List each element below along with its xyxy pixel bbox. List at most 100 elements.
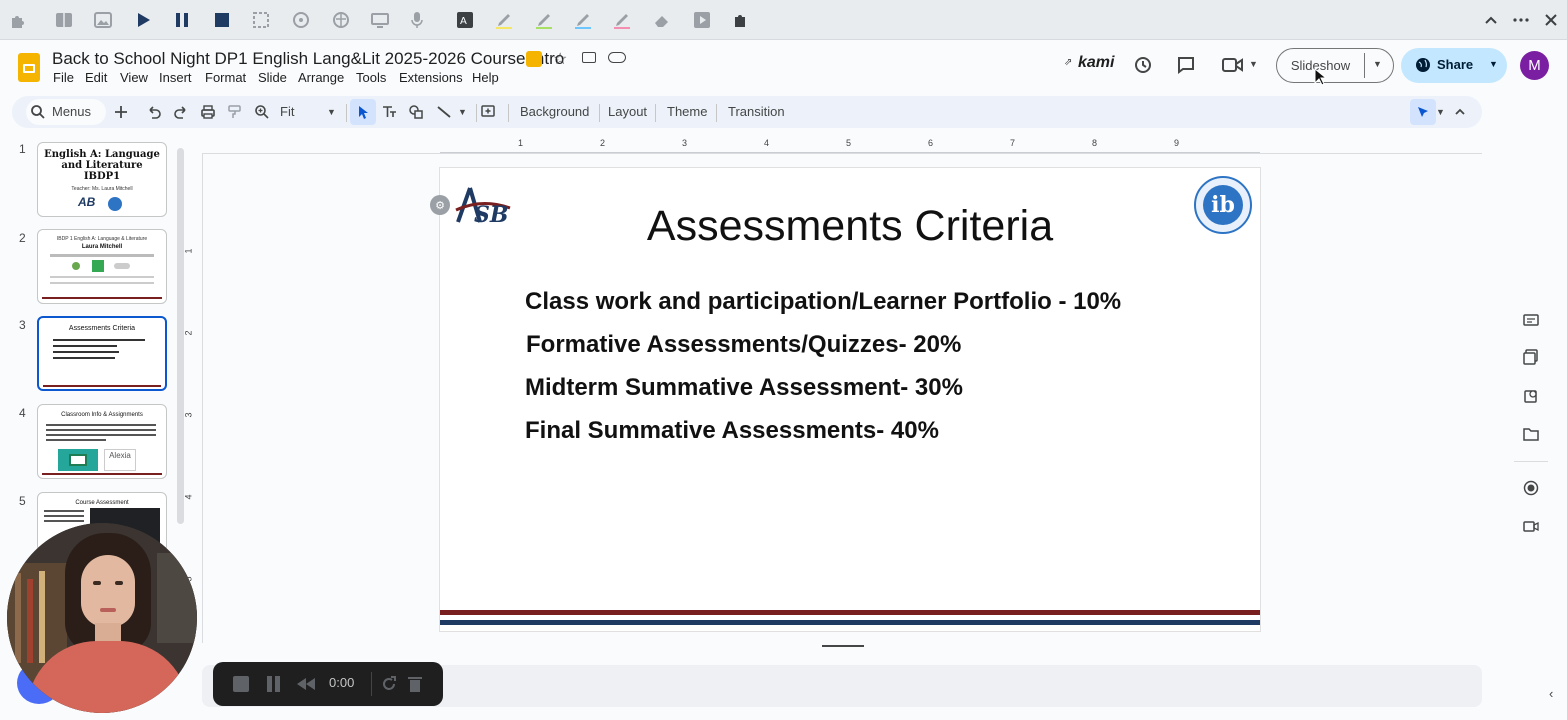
version-history-icon[interactable] [1133,55,1153,75]
book-icon[interactable] [52,8,76,32]
slide-canvas[interactable]: SB ib Assessments Criteria Class work an… [440,168,1260,631]
explore-icon[interactable] [1520,346,1542,368]
menu-extensions[interactable]: Extensions [399,70,463,85]
menu-slide[interactable]: Slide [258,70,287,85]
image-icon[interactable] [91,8,115,32]
pen-mode-icon[interactable] [1413,102,1433,122]
close-icon[interactable] [1539,8,1563,32]
highlighter-pink-icon[interactable] [610,8,634,32]
new-slide-icon[interactable] [111,102,131,122]
menu-insert[interactable]: Insert [159,70,192,85]
present-mode-icon[interactable] [526,51,542,67]
slide-assist-icon[interactable]: ⚙ [430,195,450,215]
restart-icon[interactable] [380,675,398,693]
slideshow-dropdown-icon[interactable]: ▼ [1373,59,1382,69]
thumb-title: IBDP 1 English A: Language & Literature [56,236,148,242]
line-icon[interactable] [434,102,454,122]
more-icon[interactable] [1509,8,1533,32]
criterion-item[interactable]: Class work and participation/Learner Por… [525,288,1121,316]
transition-button[interactable]: Transition [728,104,785,119]
meet-dropdown-icon[interactable]: ▼ [1249,59,1258,69]
menu-help[interactable]: Help [472,70,499,85]
translate-icon[interactable]: A [453,8,477,32]
play-icon[interactable] [131,8,155,32]
star-icon[interactable]: ☆ [553,49,567,69]
delete-recording-icon[interactable] [407,675,423,693]
criterion-item[interactable]: Midterm Summative Assessment- 30% [525,374,963,402]
stop-icon[interactable] [210,8,234,32]
background-button[interactable]: Background [520,104,589,119]
pause-icon[interactable] [170,8,194,32]
zoom-select[interactable]: Fit [280,104,294,119]
menu-tools[interactable]: Tools [356,70,386,85]
menu-edit[interactable]: Edit [85,70,107,85]
share-button[interactable]: Share [1437,57,1473,72]
mic-icon[interactable] [405,8,429,32]
share-dropdown-icon[interactable]: ▼ [1489,59,1498,69]
keep-icon[interactable] [1520,385,1542,407]
asb-logo-small: AB [78,195,96,209]
slides-logo-icon[interactable] [18,53,40,82]
text-box-icon[interactable] [379,102,399,122]
kami-logo[interactable]: kami [1078,54,1114,72]
ruler-tick: 3 [183,412,194,418]
paint-format-icon[interactable] [225,102,245,122]
comments-icon[interactable] [1176,55,1196,75]
highlighter-yellow-icon[interactable] [492,8,516,32]
menus-search-input[interactable]: Menus [52,104,91,119]
chevron-up-icon[interactable] [1479,8,1503,32]
zoom-dropdown-icon[interactable]: ▼ [327,107,336,117]
select-area-icon[interactable] [249,8,273,32]
webcam-overlay[interactable] [7,523,197,713]
pen-dropdown-icon[interactable]: ▼ [1436,107,1445,117]
select-pointer-icon[interactable] [353,102,373,122]
folder-icon[interactable] [1520,423,1542,445]
audio-icon[interactable] [289,8,313,32]
pause-record-icon[interactable] [267,676,272,692]
cloud-status-icon[interactable] [608,52,626,63]
notes-resize-handle[interactable] [822,645,864,647]
theme-button[interactable]: Theme [667,104,707,119]
document-title[interactable]: Back to School Night DP1 English Lang&Li… [52,49,564,69]
brain-icon[interactable] [329,8,353,32]
menu-file[interactable]: File [53,70,74,85]
video-record-icon[interactable] [1520,515,1542,537]
zoom-icon[interactable] [252,102,272,122]
slide-number: 5 [19,494,26,508]
puzzle-piece-icon[interactable] [729,8,753,32]
rewind-icon[interactable] [295,676,317,692]
slide-thumbnail-2[interactable]: IBDP 1 English A: Language & Literature … [37,229,167,304]
collapse-toolbar-icon[interactable] [1450,102,1470,122]
play-box-icon[interactable] [690,8,714,32]
line-dropdown-icon[interactable]: ▼ [458,107,467,117]
move-folder-icon[interactable] [582,52,596,63]
slide-thumbnail-3-active[interactable]: Assessments Criteria [37,316,167,391]
slide-title[interactable]: Assessments Criteria [440,202,1260,251]
record-icon[interactable] [1520,477,1542,499]
layout-button[interactable]: Layout [608,104,647,119]
slide-thumbnail-4[interactable]: Classroom Info & Assignments Alexia [37,404,167,479]
menu-view[interactable]: View [120,70,148,85]
menu-format[interactable]: Format [205,70,246,85]
undo-icon[interactable] [144,102,164,122]
criterion-item[interactable]: Final Summative Assessments- 40% [525,417,939,445]
puzzle-icon[interactable] [6,8,30,32]
meet-icon[interactable] [1222,56,1244,74]
slide-thumbnail-1[interactable]: English A: Language and Literature IBDP1… [37,142,167,217]
filmstrip-scrollbar[interactable] [177,148,184,524]
insert-comment-icon[interactable] [478,102,498,122]
screen-icon[interactable] [368,8,392,32]
highlighter-green-icon[interactable] [532,8,556,32]
redo-icon[interactable] [171,102,191,122]
eraser-icon[interactable] [650,8,674,32]
captions-icon[interactable] [1520,309,1542,331]
menu-arrange[interactable]: Arrange [298,70,344,85]
expand-panel-icon[interactable]: ‹ [1549,686,1553,701]
criterion-item[interactable]: Formative Assessments/Quizzes- 20% [526,331,961,359]
highlighter-blue-icon[interactable] [571,8,595,32]
stop-record-icon[interactable] [233,676,249,692]
shape-icon[interactable] [406,102,426,122]
ruler-tick: 2 [600,138,606,148]
print-icon[interactable] [198,102,218,122]
account-avatar[interactable]: M [1520,51,1549,80]
